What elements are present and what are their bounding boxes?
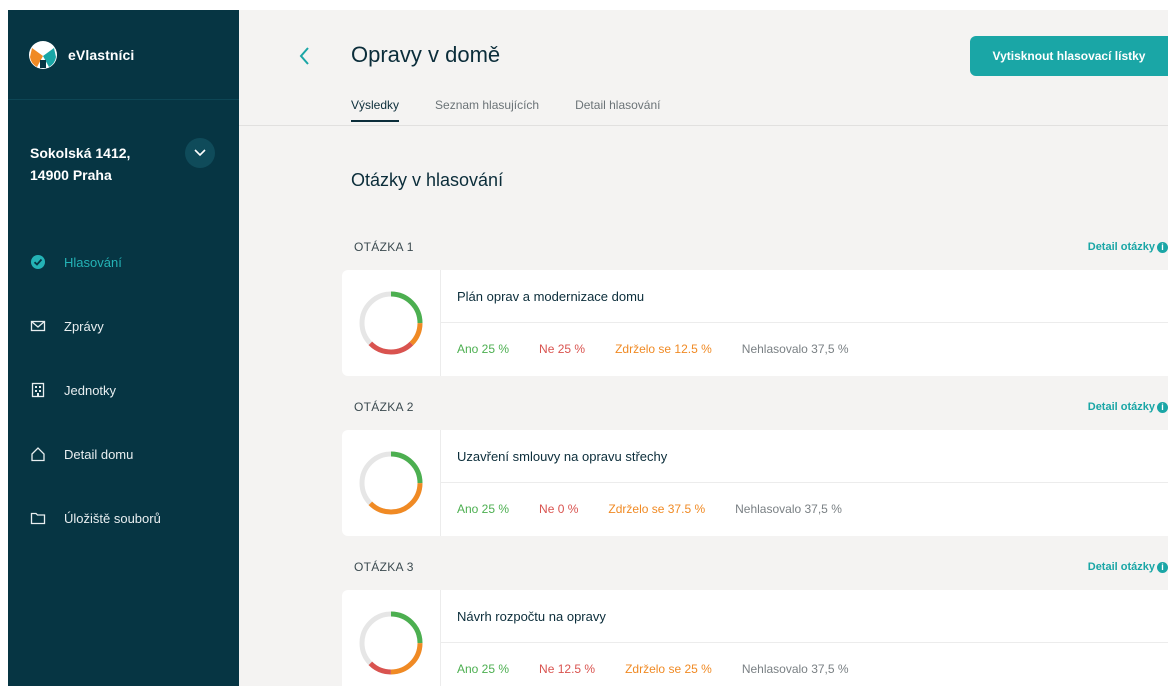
- brand-name: eVlastníci: [68, 46, 135, 63]
- sidebar-item-label: Detail domu: [64, 446, 134, 462]
- question-stats: Ano 25 % Ne 12.5 % Zdrželo se 25 % Nehla…: [441, 643, 1168, 686]
- sidebar-item-label: Zprávy: [64, 318, 104, 334]
- folder-icon: [30, 512, 46, 525]
- brand[interactable]: eVlastníci: [8, 10, 239, 100]
- tab-seznam-hlasujicich[interactable]: Seznam hlasujících: [435, 98, 539, 122]
- sidebar-item-label: Jednotky: [64, 382, 117, 398]
- page-header: Opravy v domě Vytisknout hlasovací lístk…: [239, 10, 1168, 126]
- question-detail-link[interactable]: Detail otázky i: [1088, 561, 1168, 573]
- question-number: OTÁZKA 1: [354, 240, 414, 254]
- stat-not-voted: Nehlasovalo 37,5 %: [735, 502, 842, 516]
- info-icon: i: [1157, 561, 1168, 573]
- stat-yes: Ano 25 %: [457, 342, 510, 356]
- question-number: OTÁZKA 3: [354, 560, 414, 574]
- info-icon: i: [1157, 401, 1168, 413]
- question-title: Návrh rozpočtu na opravy: [441, 590, 1168, 643]
- building-address-city: 14900 Praha: [30, 167, 112, 183]
- question-card: Návrh rozpočtu na opravy Ano 25 % Ne 12.…: [342, 590, 1168, 686]
- question-stats: Ano 25 % Ne 25 % Zdrželo se 12.5 % Nehla…: [441, 323, 1168, 375]
- sidebar-item-hlasovani[interactable]: Hlasování: [8, 230, 239, 294]
- question-body: Návrh rozpočtu na opravy Ano 25 % Ne 12.…: [441, 590, 1168, 686]
- vote-donut-chart: [342, 590, 441, 686]
- stat-abstain: Zdrželo se 25 %: [625, 662, 712, 676]
- building-selector[interactable]: Sokolská 1412, 14900 Praha: [8, 100, 239, 196]
- stat-abstain: Zdrželo se 37.5 %: [608, 502, 706, 516]
- evlastnici-logo-icon: [29, 40, 57, 69]
- main-content: Opravy v domě Vytisknout hlasovací lístk…: [239, 10, 1168, 686]
- question-stats: Ano 25 % Ne 0 % Zdrželo se 37.5 % Nehlas…: [441, 483, 1168, 535]
- stat-no: Ne 12.5 %: [539, 662, 596, 676]
- question-detail-link[interactable]: Detail otázky i: [1088, 241, 1168, 253]
- sidebar-item-zpravy[interactable]: Zprávy: [8, 294, 239, 358]
- question-header: OTÁZKA 2 Detail otázky i: [342, 392, 1168, 422]
- question-title: Uzavření smlouvy na opravu střechy: [441, 430, 1168, 483]
- question-body: Plán oprav a modernizace domu Ano 25 % N…: [441, 270, 1168, 376]
- stat-yes: Ano 25 %: [457, 662, 510, 676]
- check-circle-icon: [31, 255, 45, 269]
- vote-donut-chart: [342, 430, 441, 536]
- app-window: eVlastníci Sokolská 1412, 14900 Praha Hl…: [8, 10, 1168, 686]
- tab-vysledky[interactable]: Výsledky: [351, 98, 400, 122]
- back-button[interactable]: [295, 44, 315, 68]
- question-detail-link[interactable]: Detail otázky i: [1088, 401, 1168, 413]
- page-title: Opravy v domě: [351, 42, 501, 67]
- chevron-left-icon: [299, 47, 309, 65]
- sidebar: eVlastníci Sokolská 1412, 14900 Praha Hl…: [8, 10, 239, 686]
- question-detail-label: Detail otázky: [1087, 561, 1155, 573]
- sidebar-item-label: Úložiště souborů: [64, 510, 161, 526]
- stat-no: Ne 25 %: [539, 342, 586, 356]
- stat-yes: Ano 25 %: [457, 502, 510, 516]
- sidebar-item-jednotky[interactable]: Jednotky: [8, 358, 239, 422]
- chevron-down-icon: [194, 149, 206, 157]
- building-dropdown-button[interactable]: [185, 138, 215, 168]
- tab-detail-hlasovani[interactable]: Detail hlasování: [575, 98, 660, 122]
- sidebar-item-label: Hlasování: [64, 254, 122, 270]
- question-header: OTÁZKA 3 Detail otázky i: [342, 552, 1168, 582]
- envelope-icon: [30, 320, 46, 332]
- stat-not-voted: Nehlasovalo 37,5 %: [741, 342, 849, 356]
- building-address: Sokolská 1412, 14900 Praha: [30, 142, 130, 186]
- stat-not-voted: Nehlasovalo 37,5 %: [741, 662, 849, 676]
- info-icon: i: [1157, 241, 1168, 253]
- tab-bar: Výsledky Seznam hlasujících Detail hlaso…: [351, 98, 696, 122]
- vote-donut-chart: [342, 270, 441, 376]
- section-title: Otázky v hlasování: [351, 170, 504, 190]
- question-header: OTÁZKA 1 Detail otázky i: [342, 232, 1168, 262]
- question-card: Plán oprav a modernizace domu Ano 25 % N…: [342, 270, 1168, 376]
- house-icon: [31, 447, 45, 462]
- sidebar-item-detail-domu[interactable]: Detail domu: [8, 422, 239, 486]
- question-detail-label: Detail otázky: [1087, 401, 1155, 413]
- questions-list: OTÁZKA 1 Detail otázky i Plán oprav a mo…: [342, 232, 1168, 686]
- stat-no: Ne 0 %: [539, 502, 579, 516]
- question-title: Plán oprav a modernizace domu: [441, 270, 1168, 323]
- question-number: OTÁZKA 2: [354, 400, 414, 414]
- question-card: Uzavření smlouvy na opravu střechy Ano 2…: [342, 430, 1168, 536]
- question-body: Uzavření smlouvy na opravu střechy Ano 2…: [441, 430, 1168, 536]
- print-ballots-button[interactable]: Vytisknout hlasovací lístky: [970, 36, 1168, 76]
- sidebar-item-uloziste[interactable]: Úložiště souborů: [8, 486, 239, 550]
- question-detail-label: Detail otázky: [1087, 241, 1155, 253]
- building-address-street: Sokolská 1412,: [30, 145, 131, 161]
- building-icon: [31, 382, 45, 398]
- sidebar-nav: Hlasování Zprávy Jednotky Detail domu Úl…: [8, 230, 239, 550]
- stat-abstain: Zdrželo se 12.5 %: [615, 342, 712, 356]
